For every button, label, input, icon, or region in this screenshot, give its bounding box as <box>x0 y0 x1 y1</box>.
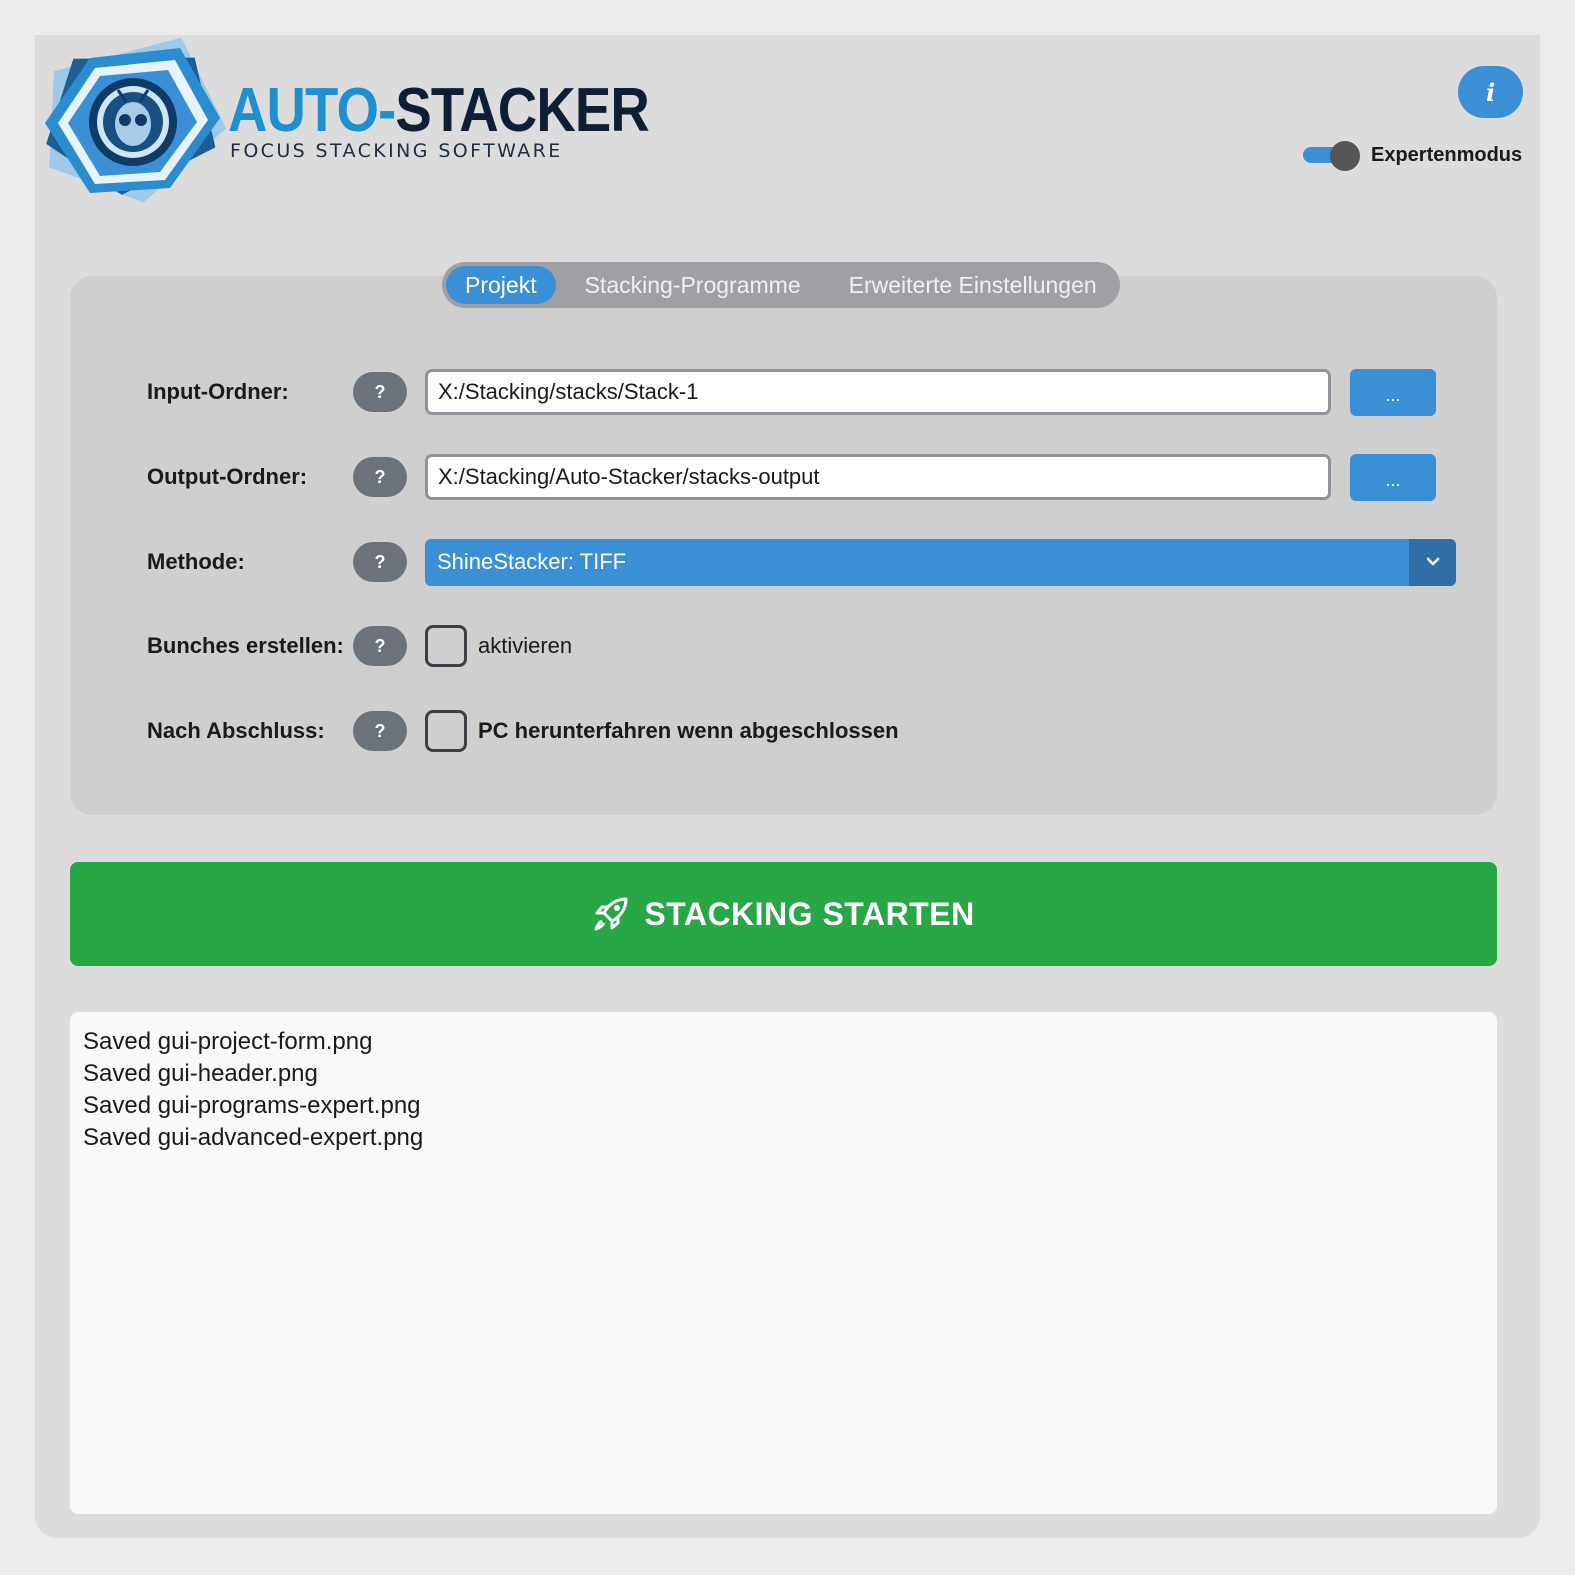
input-folder-label: Input-Ordner: <box>147 379 289 404</box>
auto-stacker-logo-icon <box>45 38 227 203</box>
method-row: Methode: ? ShineStacker: TIFF <box>147 537 1456 587</box>
input-folder-help-button[interactable]: ? <box>353 372 407 412</box>
info-button[interactable]: i <box>1458 66 1523 118</box>
start-stacking-button[interactable]: STACKING STARTEN <box>70 862 1497 966</box>
shutdown-checkbox-label[interactable]: PC herunterfahren wenn abgeschlossen <box>478 718 899 744</box>
app-title: AUTO-STACKER <box>228 76 650 145</box>
output-folder-field[interactable]: X:/Stacking/Auto-Stacker/stacks-output <box>425 454 1331 500</box>
toggle-knob <box>1330 141 1360 171</box>
log-line: Saved gui-header.png <box>83 1060 318 1087</box>
output-folder-browse-button[interactable]: ... <box>1350 453 1436 501</box>
tab-erweiterte-einstellungen[interactable]: Erweiterte Einstellungen <box>830 266 1116 304</box>
method-label: Methode: <box>147 549 245 574</box>
tab-stacking-programme[interactable]: Stacking-Programme <box>566 266 820 304</box>
method-help-button[interactable]: ? <box>353 542 407 582</box>
expert-mode-label: Expertenmodus <box>1371 143 1523 166</box>
output-folder-help-button[interactable]: ? <box>353 457 407 497</box>
brand: AUTO-STACKER FOCUS STACKING SOFTWARE <box>228 76 706 163</box>
start-stacking-label: STACKING STARTEN <box>644 895 975 932</box>
input-folder-row: Input-Ordner: ? X:/Stacking/stacks/Stack… <box>147 367 1436 417</box>
rocket-icon <box>594 897 628 931</box>
input-folder-field[interactable]: X:/Stacking/stacks/Stack-1 <box>425 369 1331 415</box>
app-window: AUTO-STACKER FOCUS STACKING SOFTWARE i E… <box>35 35 1540 1538</box>
output-folder-row: Output-Ordner: ? X:/Stacking/Auto-Stacke… <box>147 452 1436 502</box>
bunches-label: Bunches erstellen: <box>147 633 344 658</box>
shutdown-checkbox[interactable] <box>425 710 467 752</box>
method-select[interactable]: ShineStacker: TIFF <box>425 538 1456 586</box>
tab-projekt[interactable]: Projekt <box>446 266 556 304</box>
bunches-checkbox-label[interactable]: aktivieren <box>478 633 572 659</box>
log-output[interactable]: Saved gui-project-form.png Saved gui-hea… <box>70 1012 1497 1514</box>
tab-bar: Projekt Stacking-Programme Erweiterte Ei… <box>442 262 1120 308</box>
bunches-help-button[interactable]: ? <box>353 626 407 666</box>
after-completion-label: Nach Abschluss: <box>147 718 325 743</box>
log-line: Saved gui-project-form.png <box>83 1028 373 1055</box>
bunches-checkbox[interactable] <box>425 625 467 667</box>
expert-mode-toggle[interactable]: Expertenmodus <box>1303 141 1523 171</box>
output-folder-label: Output-Ordner: <box>147 464 308 489</box>
bunches-row: Bunches erstellen: ? aktivieren <box>147 621 572 671</box>
after-completion-row: Nach Abschluss: ? PC herunterfahren wenn… <box>147 706 899 756</box>
chevron-down-icon[interactable] <box>1409 538 1456 586</box>
log-line: Saved gui-advanced-expert.png <box>83 1124 424 1151</box>
toggle-switch[interactable] <box>1303 141 1360 171</box>
method-select-value: ShineStacker: TIFF <box>437 549 627 574</box>
info-icon: i <box>1485 77 1496 107</box>
after-completion-help-button[interactable]: ? <box>353 711 407 751</box>
input-folder-browse-button[interactable]: ... <box>1350 368 1436 416</box>
log-line: Saved gui-programs-expert.png <box>83 1092 421 1119</box>
